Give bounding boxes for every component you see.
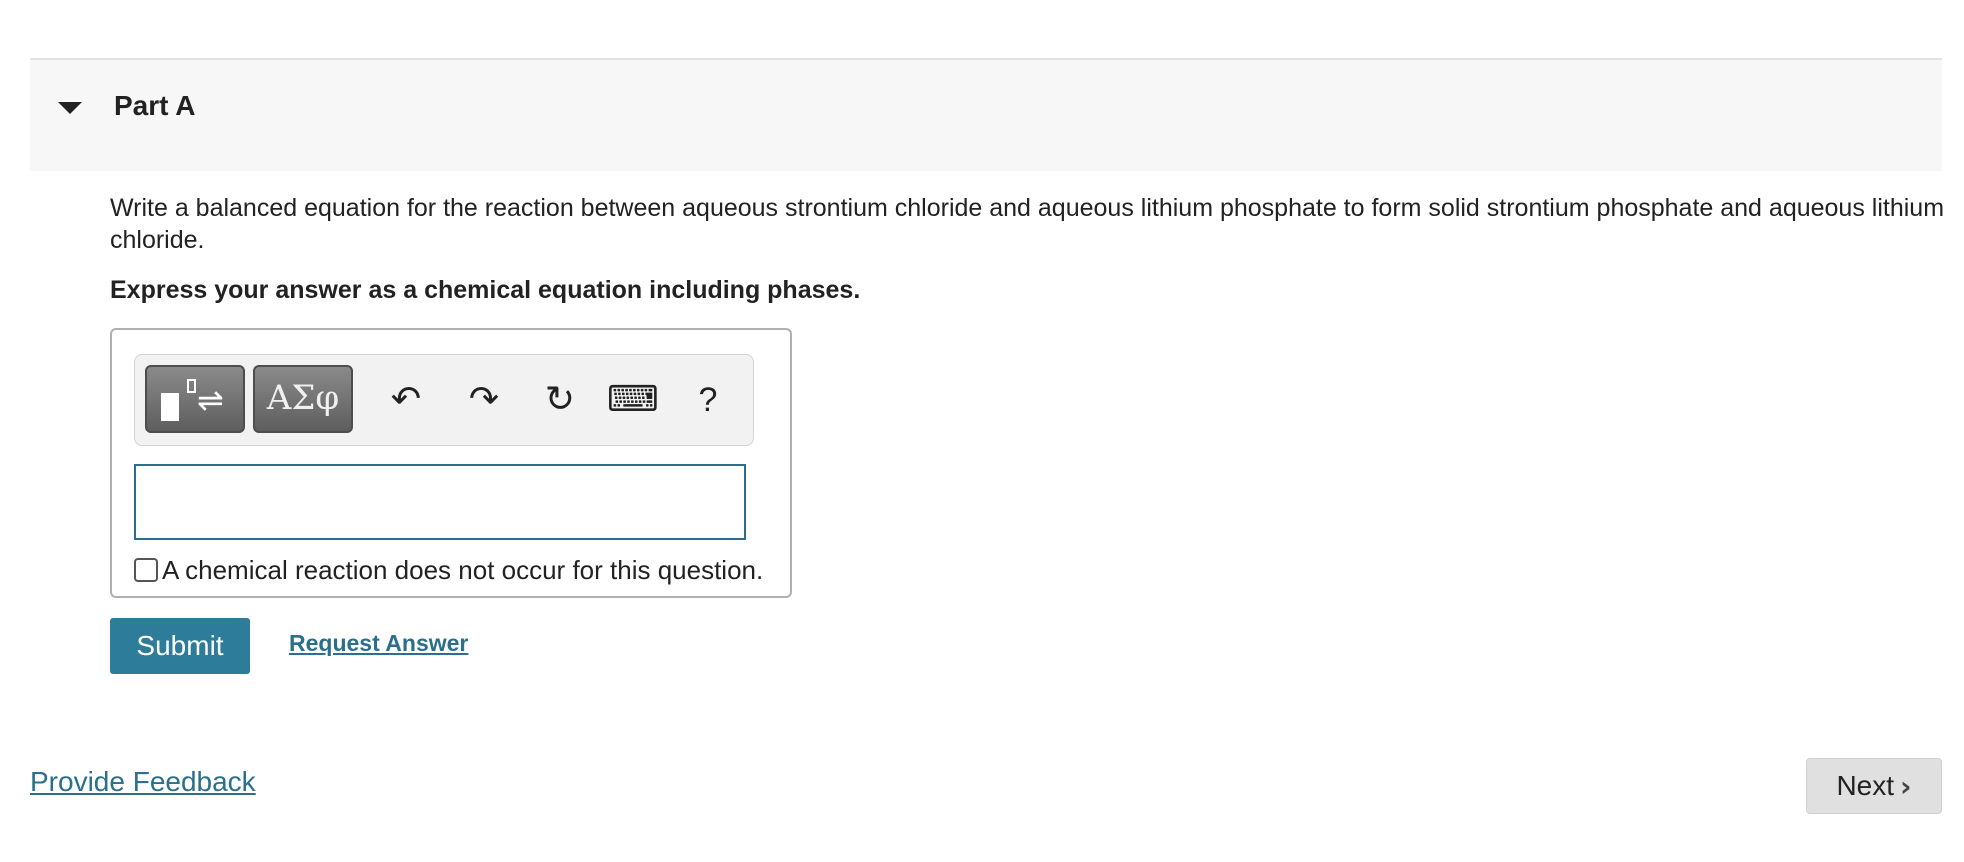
answer-panel: ⇌ ΑΣφ ↶ ↷ ↻ ⌨ ? A chemical reaction does… xyxy=(110,328,792,598)
no-reaction-checkbox[interactable] xyxy=(134,558,158,582)
equation-toolbar: ⇌ ΑΣφ ↶ ↷ ↻ ⌨ ? xyxy=(134,354,754,446)
request-answer-link[interactable]: Request Answer xyxy=(289,630,468,657)
equation-answer-input[interactable] xyxy=(134,464,746,540)
collapse-caret-icon[interactable] xyxy=(58,102,82,114)
question-text: Write a balanced equation for the reacti… xyxy=(110,194,1945,254)
no-reaction-label: A chemical reaction does not occur for t… xyxy=(162,554,764,585)
undo-icon[interactable]: ↶ xyxy=(381,375,431,425)
chevron-right-icon: › xyxy=(1900,769,1912,803)
no-reaction-option[interactable]: A chemical reaction does not occur for t… xyxy=(134,554,763,586)
next-label: Next xyxy=(1836,770,1895,801)
answer-instruction: Express your answer as a chemical equati… xyxy=(110,276,861,304)
templates-button[interactable]: ⇌ xyxy=(145,365,245,433)
part-header[interactable]: Part A xyxy=(30,58,1942,171)
help-button[interactable]: ? xyxy=(683,375,733,425)
part-title: Part A xyxy=(114,90,196,121)
greek-symbols-button[interactable]: ΑΣφ xyxy=(253,365,353,433)
submit-button[interactable]: Submit xyxy=(110,618,250,674)
next-button[interactable]: Next › xyxy=(1806,758,1942,814)
templates-icon xyxy=(161,393,179,421)
reaction-arrows-icon: ⇌ xyxy=(197,381,224,419)
redo-icon[interactable]: ↷ xyxy=(459,375,509,425)
keyboard-icon[interactable]: ⌨ xyxy=(607,375,659,425)
reset-icon[interactable]: ↻ xyxy=(535,375,585,425)
provide-feedback-link[interactable]: Provide Feedback xyxy=(30,766,256,798)
